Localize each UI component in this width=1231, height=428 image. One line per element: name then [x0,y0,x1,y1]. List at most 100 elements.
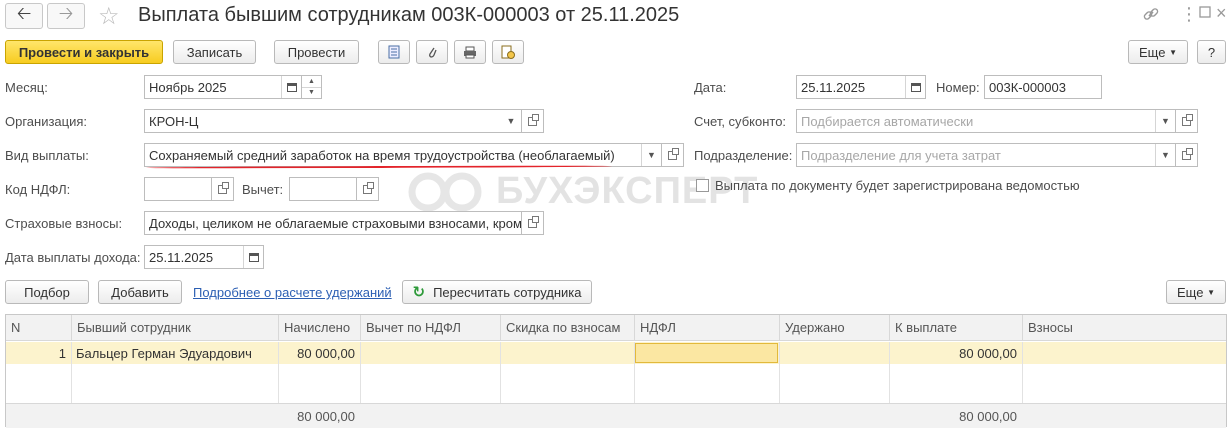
open-icon [528,113,539,126]
dropdown-icon[interactable]: ▼ [641,144,661,166]
help-button[interactable]: ? [1197,40,1226,64]
total-accrued: 80 000,00 [297,408,355,424]
recalculate-employee-button[interactable]: ↻ Пересчитать сотрудника [402,280,592,304]
organization-open-button[interactable] [522,109,544,133]
date-label: Дата: [694,80,727,95]
account-placeholder: Подбирается автоматически [801,113,974,129]
back-button[interactable]: 🡠 [5,3,43,29]
dropdown-icon[interactable]: ▼ [501,110,521,132]
column-header-accrued[interactable]: Начислено [278,315,360,340]
income-date-label: Дата выплаты дохода: [5,250,141,265]
refresh-icon: ↻ [412,284,426,301]
more-button[interactable]: Еще ▼ [1128,40,1188,64]
open-icon [363,181,374,194]
row-contributions[interactable] [1022,342,1226,364]
column-header-ndfl-deduction[interactable]: Вычет по НДФЛ [360,315,500,340]
table-row[interactable]: 1 Бальцер Герман Эдуардович 80 000,00 80… [6,342,1226,364]
add-button[interactable]: Добавить [98,280,182,304]
month-label: Месяц: [5,80,48,95]
month-spinner[interactable]: ▲ ▼ [302,75,322,99]
date-field[interactable]: 25.11.2025 [796,75,926,99]
division-field[interactable]: Подразделение для учета затрат ▼ [796,143,1176,167]
dropdown-icon[interactable]: ▼ [1155,110,1175,132]
division-placeholder: Подразделение для учета затрат [801,147,1001,163]
spin-down-icon[interactable]: ▼ [302,88,321,99]
row-withheld[interactable] [779,342,889,364]
row-ndfl-deduction[interactable] [360,342,500,364]
more-vertical-icon[interactable]: ⋮ [1180,4,1198,25]
ndfl-code-field[interactable] [144,177,212,201]
column-header-ndfl[interactable]: НДФЛ [634,315,779,340]
number-value: 003К-000003 [989,79,1066,95]
payment-type-label: Вид выплаты: [5,148,89,163]
organization-value: КРОН-Ц [149,113,199,129]
page-title: Выплата бывшим сотрудникам 003К-000003 о… [138,4,680,26]
account-open-button[interactable] [1176,109,1198,133]
document-button[interactable] [378,40,410,64]
deduction-label: Вычет: [242,182,284,197]
row-employee[interactable]: Бальцер Герман Эдуардович [71,342,278,364]
save-button[interactable]: Записать [173,40,256,64]
column-header-employee[interactable]: Бывший сотрудник [71,315,278,340]
payment-type-open-button[interactable] [662,143,684,167]
open-icon [1182,113,1193,126]
post-button[interactable]: Провести [274,40,359,64]
row-to-pay[interactable]: 80 000,00 [889,342,1022,364]
column-header-contributions[interactable]: Взносы [1022,315,1226,340]
insurance-label: Страховые взносы: [5,216,123,231]
insurance-field[interactable]: Доходы, целиком не облагаемые страховыми… [144,211,522,235]
open-icon [668,147,679,160]
table-more-button[interactable]: Еще ▼ [1166,280,1226,304]
deduction-field[interactable] [289,177,357,201]
column-header-n[interactable]: N [6,315,71,340]
payment-type-field[interactable]: Сохраняемый средний заработок на время т… [144,143,662,167]
number-label: Номер: [936,80,980,95]
report-button[interactable] [492,40,524,64]
close-icon[interactable]: × [1216,3,1227,24]
month-field[interactable]: Ноябрь 2025 [144,75,302,99]
column-header-withheld[interactable]: Удержано [779,315,889,340]
post-and-close-button[interactable]: Провести и закрыть [5,40,163,64]
insurance-value: Доходы, целиком не облагаемые страховыми… [149,215,521,231]
spin-up-icon[interactable]: ▲ [302,76,321,88]
calendar-icon[interactable] [281,76,301,98]
ndfl-code-label: Код НДФЛ: [5,182,71,197]
open-icon [528,215,539,228]
details-link[interactable]: Подробнее о расчете удержаний [193,285,392,300]
print-icon [464,46,476,58]
deduction-open-button[interactable] [357,177,379,201]
account-label: Счет, субконто: [694,114,787,129]
dropdown-icon[interactable]: ▼ [1155,144,1175,166]
forward-button[interactable]: 🡢 [47,3,85,29]
link-icon[interactable] [1142,5,1160,28]
table-header: N Бывший сотрудник Начислено Вычет по НД… [6,315,1226,341]
column-header-discount[interactable]: Скидка по взносам [500,315,634,340]
month-value: Ноябрь 2025 [149,79,227,95]
open-icon [218,181,229,194]
column-header-to-pay[interactable]: К выплате [889,315,1022,340]
row-number: 1 [58,345,66,361]
pick-button[interactable]: Подбор [5,280,89,304]
calendar-icon[interactable] [243,246,263,268]
account-field[interactable]: Подбирается автоматически ▼ [796,109,1176,133]
document-icon [388,45,400,59]
row-accrued[interactable]: 80 000,00 [278,342,360,364]
maximize-icon[interactable] [1199,6,1211,21]
organization-field[interactable]: КРОН-Ц ▼ [144,109,522,133]
row-ndfl-active-cell[interactable] [635,343,778,363]
attachments-button[interactable] [416,40,448,64]
division-open-button[interactable] [1176,143,1198,167]
star-icon[interactable]: ☆ [98,2,120,31]
print-button[interactable] [454,40,486,64]
number-field[interactable]: 003К-000003 [984,75,1102,99]
row-discount[interactable] [500,342,634,364]
employees-table[interactable]: N Бывший сотрудник Начислено Вычет по НД… [5,314,1227,428]
open-icon [1182,147,1193,160]
table-more-label: Еще [1177,284,1204,300]
organization-label: Организация: [5,114,88,129]
statement-checkbox[interactable] [696,179,709,192]
calendar-icon[interactable] [905,76,925,98]
ndfl-code-open-button[interactable] [212,177,234,201]
insurance-open-button[interactable] [522,211,544,235]
income-date-field[interactable]: 25.11.2025 [144,245,264,269]
